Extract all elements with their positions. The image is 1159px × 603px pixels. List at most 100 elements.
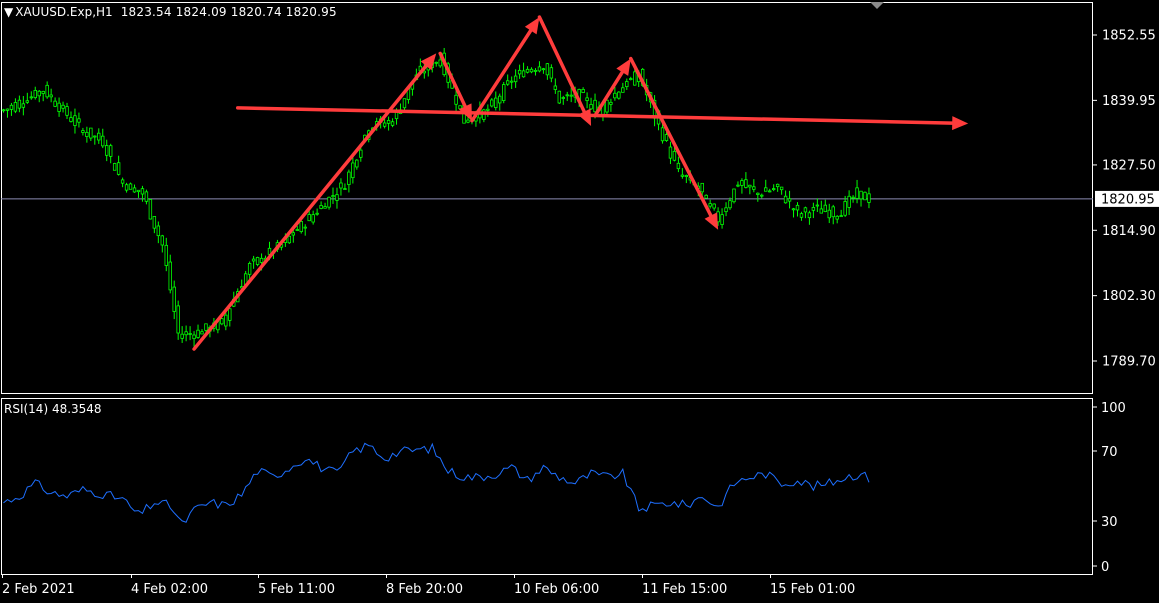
candle [815,198,820,212]
candle [81,127,85,136]
candle-body [744,179,748,188]
candle-body [25,100,30,103]
candle-body [700,182,704,193]
rsi-panel-frame [1,398,1093,575]
candle-body [617,91,621,99]
candle-body [740,180,744,186]
candle-body [382,122,387,127]
candle-body [287,235,292,244]
candle [355,159,359,170]
candle [863,191,867,201]
candle [561,95,565,105]
time-tick-label: 11 Feb 15:00 [642,582,727,597]
candle-body [525,68,530,73]
time-tick-label: 15 Feb 01:00 [770,582,855,597]
candle-body [176,305,180,334]
chart-frames [1,2,1093,575]
rsi-tick-label: 30 [1101,515,1118,530]
candle [287,235,292,244]
candle [239,279,244,289]
candle [228,308,232,327]
candle-body [672,150,677,161]
time-tick-label: 5 Feb 11:00 [258,582,335,597]
candle [720,208,724,229]
candle-body [247,263,252,275]
candle [37,89,41,103]
candle [1,108,6,113]
candle [859,190,863,207]
candle-body [89,127,93,139]
candle [255,256,260,267]
chart-menu-triangle-icon[interactable]: ▼ [4,5,13,19]
candle-body [609,101,613,105]
candle-body [200,331,204,335]
candle [680,168,685,179]
candle-body [509,80,514,83]
candle-body [764,187,768,192]
candle [327,196,331,210]
candle-body [172,286,176,312]
candle-body [49,94,53,98]
candle [795,202,800,217]
candle [319,201,323,210]
candle-body [327,196,331,208]
candle [77,112,81,128]
candle [541,67,546,74]
candle [529,67,534,74]
candle-body [803,207,808,213]
candle-body [9,104,14,110]
candle [581,87,585,94]
candle-body [533,69,538,72]
candle-body [132,187,137,193]
rsi-tick-label: 100 [1101,401,1126,416]
candle [172,280,176,320]
candle-body [847,195,851,208]
candle [823,199,827,213]
candle-body [160,235,164,246]
candle [553,78,558,94]
candle-body [29,96,33,99]
candle [490,98,494,108]
candle [533,68,538,76]
candle-body [144,191,149,202]
candle-body [521,70,526,78]
candle-body [184,331,188,336]
candle [9,102,14,116]
candle [386,116,391,131]
candle [120,177,125,188]
candle [148,198,153,220]
candle-body [1,109,6,112]
candle-body [676,162,681,170]
candle [89,127,93,142]
trend-arrow [470,17,540,123]
candle-body [323,206,327,209]
candle-body [331,195,335,198]
candle-body [251,258,256,262]
candle-body [37,90,41,97]
candle [335,187,339,209]
candle-body [140,188,145,195]
candle-body [53,100,57,107]
candle [831,204,835,225]
candle [565,91,569,102]
candle-body [680,174,685,177]
candle-body [760,194,764,197]
candle-body [748,184,752,188]
candle [152,216,157,234]
candle-body [513,75,518,83]
candle-body [498,95,502,104]
price-tick-label: 1839.95 [1102,94,1156,109]
time-tick-label: 4 Feb 02:00 [131,582,208,597]
candle [676,156,681,173]
candle-body [712,203,716,209]
candle-body [152,216,157,229]
candle [744,172,748,189]
candle-body [97,132,101,141]
candle-body [105,145,109,156]
candle-body [486,108,490,111]
candle-body [228,308,232,321]
candle-body [73,115,77,126]
candle-body [458,105,462,110]
candle [589,97,593,110]
candle [585,92,589,109]
